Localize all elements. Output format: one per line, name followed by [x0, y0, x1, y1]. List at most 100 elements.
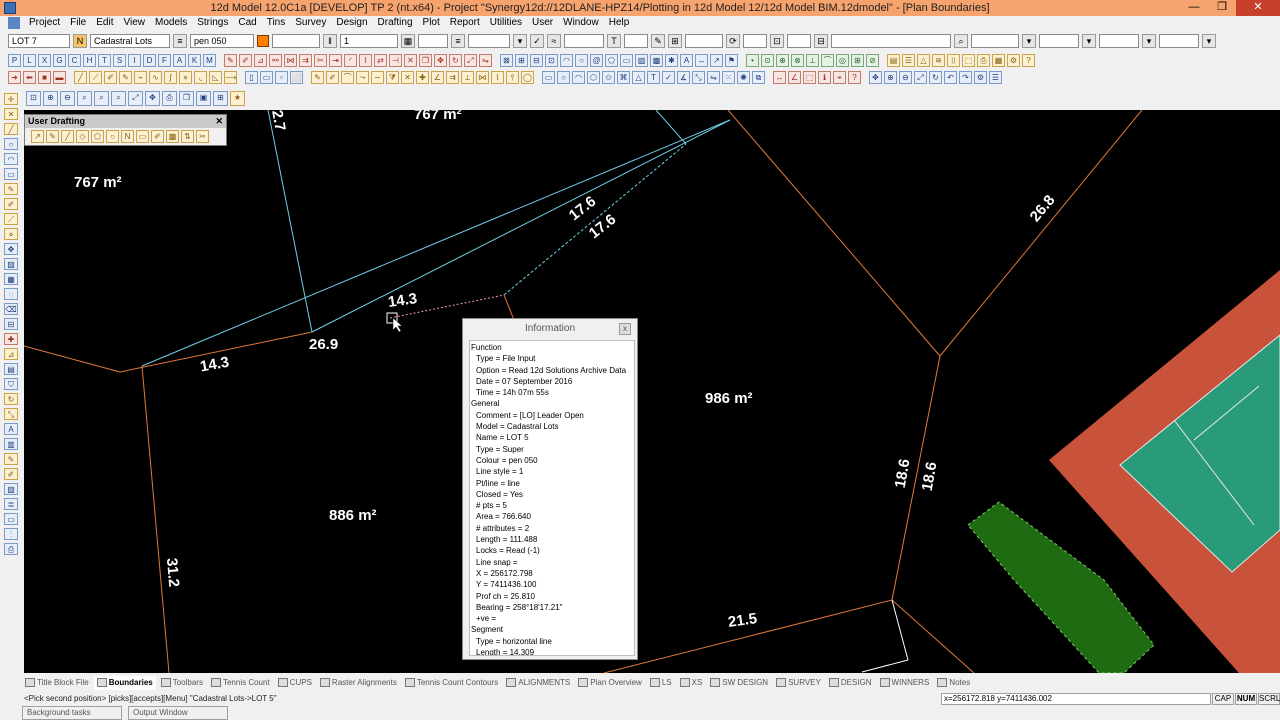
arc-tool-icon[interactable]: ◠ [560, 53, 573, 67]
attribute-field[interactable] [272, 34, 320, 48]
extra-field-1[interactable] [971, 34, 1019, 48]
output-window-pane[interactable]: Output Window [128, 706, 228, 720]
pencil-icon[interactable]: ✎ [651, 34, 665, 48]
dropdown-icon[interactable]: ▾ [513, 34, 527, 48]
zoom-window-icon[interactable]: ⊡ [26, 91, 41, 106]
snap-int-icon[interactable]: ⊗ [791, 53, 804, 67]
move-icon[interactable]: ✥ [4, 243, 18, 255]
car-tool-icon[interactable]: ■ [38, 70, 51, 84]
measure-area-icon[interactable]: ⬚ [803, 70, 816, 84]
break-string-icon[interactable]: ⌇ [491, 70, 504, 84]
information-close-icon[interactable]: x [619, 323, 631, 335]
arrow-back-icon[interactable]: ⬅ [23, 70, 36, 84]
report-tool-icon[interactable]: ▦ [992, 53, 1005, 67]
array-draw-icon[interactable]: ⁙ [722, 70, 735, 84]
draw-icon[interactable]: ✐ [4, 468, 18, 480]
draft-pick-icon[interactable]: ↗ [31, 130, 44, 143]
search-field[interactable] [831, 34, 951, 48]
redo-tool-icon[interactable]: ↷ [959, 70, 972, 84]
vertex-tool-icon[interactable]: ⊠ [500, 53, 513, 67]
name-button[interactable]: N [73, 34, 87, 48]
move-tool-icon[interactable]: ✥ [434, 53, 447, 67]
maximize-button[interactable]: ❐ [1208, 0, 1236, 16]
macro-tool-icon[interactable]: ⚙ [1007, 53, 1020, 67]
section-tool-icon[interactable]: ⌷ [947, 53, 960, 67]
tin-tool-icon[interactable]: △ [917, 53, 930, 67]
star-draw-icon[interactable]: ✩ [602, 70, 615, 84]
draft-line-icon[interactable]: ╱ [61, 130, 74, 143]
menu-window[interactable]: Window [558, 16, 604, 30]
text-icon[interactable]: A [4, 423, 18, 435]
tab-boundaries[interactable]: Boundaries [93, 675, 156, 690]
tab-plan-overview[interactable]: Plan Overview [575, 676, 645, 690]
model-field[interactable]: Cadastral Lots [90, 34, 170, 48]
user-drafting-title[interactable]: User Drafting ✕ [25, 115, 226, 128]
menu-project[interactable]: Project [24, 16, 65, 30]
draft-rect-icon[interactable]: ▭ [136, 130, 149, 143]
delete-vertex-icon[interactable]: ⊟ [530, 53, 543, 67]
select-icon[interactable]: ▦ [4, 273, 18, 285]
tool-f[interactable]: F [158, 53, 171, 67]
close-button[interactable]: ✕ [1236, 0, 1280, 16]
add-icon[interactable]: ✚ [4, 333, 18, 345]
arrow-tool-icon[interactable]: ➜ [8, 70, 21, 84]
erase-icon[interactable]: ⌫ [4, 303, 18, 315]
print-icon[interactable]: ⎙ [4, 543, 18, 555]
draw-string-icon[interactable]: ✐ [326, 70, 339, 84]
symbol-draw-icon[interactable]: ⌘ [617, 70, 630, 84]
circle-draw-icon[interactable]: ○ [557, 70, 570, 84]
query-tool-icon[interactable]: ? [848, 70, 861, 84]
info-tool-icon[interactable]: ℹ [818, 70, 831, 84]
measure-angle-icon[interactable]: ∠ [788, 70, 801, 84]
cross-string-icon[interactable]: ✕ [401, 70, 414, 84]
zoom-in-tool-icon[interactable]: ⊕ [884, 70, 897, 84]
shield-icon[interactable]: ⛉ [4, 378, 18, 390]
text-button[interactable]: T [607, 34, 621, 48]
check-draw-icon[interactable]: ✓ [662, 70, 675, 84]
measure-icon[interactable]: ⊿ [4, 348, 18, 360]
box-tool-icon[interactable]: ▭ [260, 70, 273, 84]
menu-models[interactable]: Models [150, 16, 192, 30]
measure-distance-icon[interactable]: ↔ [773, 70, 786, 84]
draft-trim-icon[interactable]: ✂ [196, 130, 209, 143]
tab-toolbars[interactable]: Toolbars [158, 676, 206, 690]
break-tool-icon[interactable]: ⌇ [359, 53, 372, 67]
cell-tool-icon[interactable]: ▫ [275, 70, 288, 84]
fillet-tool-icon[interactable]: ◜ [344, 53, 357, 67]
marker-tool-icon[interactable]: ✎ [119, 70, 132, 84]
draft-swap-icon[interactable]: ⇅ [181, 130, 194, 143]
colour-swatch[interactable] [257, 35, 269, 47]
hex-draw-icon[interactable]: ⬡ [587, 70, 600, 84]
polygon-tool-icon[interactable]: ⬠ [605, 53, 618, 67]
plot-tool-icon[interactable]: ⎙ [977, 53, 990, 67]
tab-cups[interactable]: CUPS [275, 676, 315, 690]
close-string-icon[interactable]: ◯ [521, 70, 534, 84]
menu-cad[interactable]: Cad [233, 16, 261, 30]
tab-ls[interactable]: LS [647, 676, 675, 690]
draft-poly-icon[interactable]: ⬠ [91, 130, 104, 143]
move-vertex-icon[interactable]: ⊡ [545, 53, 558, 67]
triangle-draw-icon[interactable]: △ [632, 70, 645, 84]
group-draw-icon[interactable]: ⧉ [752, 70, 765, 84]
magnify-minus-icon[interactable]: ⌕ [111, 91, 126, 106]
menu-tins[interactable]: Tins [262, 16, 291, 30]
grid-view-icon[interactable]: ⊞ [213, 91, 228, 106]
chamfer-tool-icon[interactable]: ◺ [209, 70, 222, 84]
magnify-icon[interactable]: ⌕ [77, 91, 92, 106]
lasso-icon[interactable]: ◌ [4, 288, 18, 300]
print-view-icon[interactable]: ⎙ [162, 91, 177, 106]
zoom-fit-tool-icon[interactable]: ⤢ [914, 70, 927, 84]
offset-string-icon[interactable]: ⇉ [446, 70, 459, 84]
truck-tool-icon[interactable]: ▬ [53, 70, 66, 84]
scale-draw-icon[interactable]: ⤡ [692, 70, 705, 84]
text-style-icon[interactable]: ≈ [547, 34, 561, 48]
model-tool-icon[interactable]: ▤ [887, 53, 900, 67]
tab-design[interactable]: DESIGN [826, 676, 875, 690]
grid-icon[interactable]: ⊞ [668, 34, 682, 48]
tool-s[interactable]: S [113, 53, 126, 67]
hatch-icon[interactable]: ▧ [4, 483, 18, 495]
layers-tool-icon[interactable]: ☰ [989, 70, 1002, 84]
rect-icon[interactable]: ▭ [4, 168, 18, 180]
rotate-icon[interactable]: ⟳ [726, 34, 740, 48]
brush-icon[interactable]: ✐ [4, 198, 18, 210]
